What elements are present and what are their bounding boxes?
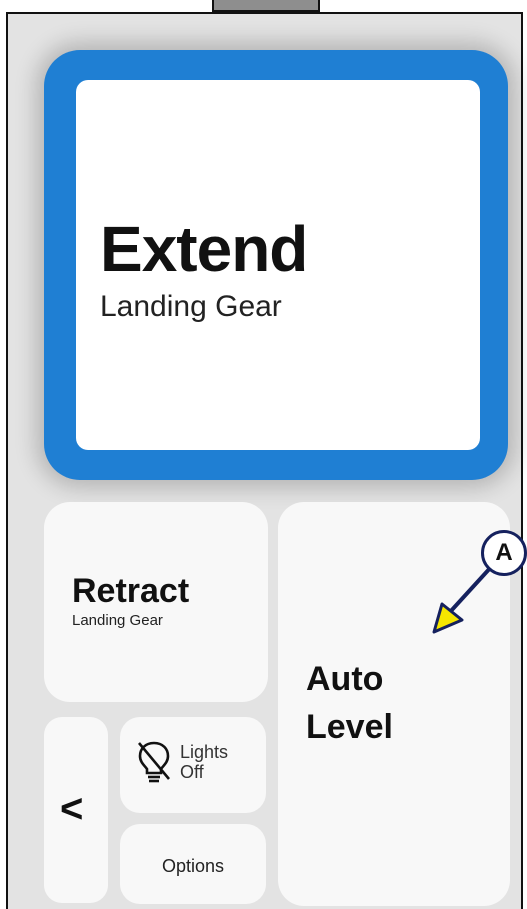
lights-label-line1: Lights bbox=[180, 742, 229, 762]
retract-subtitle: Landing Gear bbox=[72, 612, 163, 629]
extend-button-face: Extend Landing Gear bbox=[76, 80, 480, 450]
options-label: Options bbox=[161, 856, 225, 876]
lights-label-line2: Off bbox=[180, 762, 204, 782]
retract-landing-gear-button[interactable]: Retract Landing Gear bbox=[44, 502, 268, 702]
callout-a: A bbox=[481, 530, 527, 576]
auto-level-line2: Level bbox=[306, 708, 393, 746]
auto-level-line1: Auto bbox=[306, 660, 384, 698]
retract-title: Retract bbox=[72, 572, 190, 610]
back-button[interactable]: < bbox=[44, 717, 108, 903]
lights-label: Lights Off bbox=[180, 742, 228, 782]
extend-title: Extend bbox=[100, 213, 308, 285]
callout-arrow bbox=[432, 564, 494, 634]
lightbulb-off-icon bbox=[138, 741, 170, 783]
extend-subtitle: Landing Gear bbox=[100, 290, 282, 323]
device-screen: Extend Landing Gear Retract Landing Gear… bbox=[6, 12, 523, 909]
chevron-left-icon: < bbox=[60, 787, 84, 831]
options-button[interactable]: Options bbox=[120, 824, 266, 904]
top-tab bbox=[212, 0, 320, 12]
lights-off-button[interactable]: Lights Off bbox=[120, 717, 266, 813]
extend-landing-gear-button[interactable]: Extend Landing Gear bbox=[44, 50, 508, 480]
